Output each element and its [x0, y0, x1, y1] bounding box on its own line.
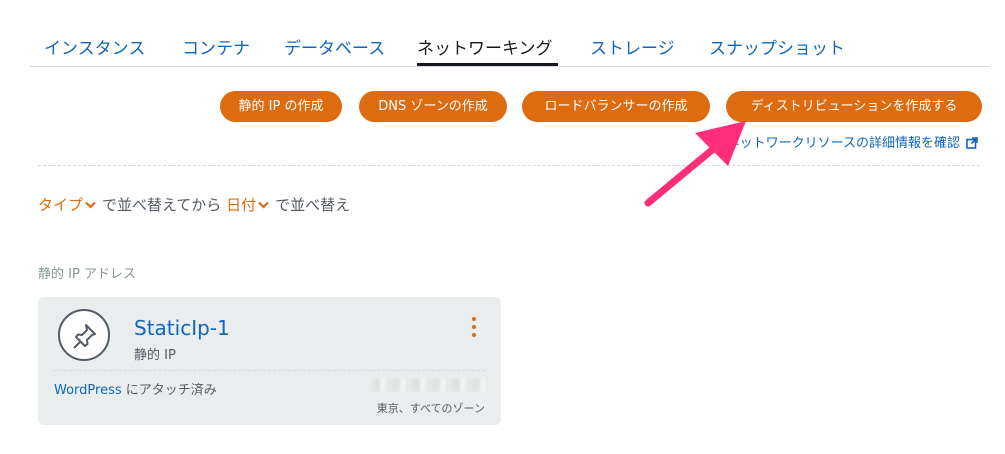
create-load-balancer-button[interactable]: ロードバランサーの作成 [522, 91, 710, 122]
chevron-down-icon [85, 195, 96, 213]
tab-databases[interactable]: データベース [284, 34, 385, 59]
static-ip-type: 静的 IP [134, 348, 176, 363]
chevron-down-icon [258, 195, 269, 213]
external-link-icon [966, 137, 978, 153]
card-divider [54, 370, 485, 371]
sort-mid-text: で並べ替えてから [102, 196, 222, 214]
learn-more-label: ネットワークリソースの詳細情報を確認 [726, 136, 960, 151]
attachment-status: WordPress にアタッチ済み [54, 379, 217, 398]
sort-date-label: 日付 [226, 196, 257, 214]
sort-type-dropdown[interactable]: タイプ [38, 196, 102, 214]
static-ip-card: StaticIp-1 静的 IP WordPress にアタッチ済み 東京、すべ… [38, 297, 501, 425]
pin-icon [58, 309, 110, 361]
tab-instances[interactable]: インスタンス [44, 34, 145, 59]
ip-address-redacted [372, 378, 488, 392]
attached-instance-link[interactable]: WordPress [54, 383, 122, 398]
sort-date-dropdown[interactable]: 日付 [226, 196, 275, 214]
section-divider [38, 165, 980, 166]
active-tab-indicator [417, 63, 558, 66]
tab-bar: インスタンス コンテナ データベース ネットワーキング ストレージ スナップショ… [30, 22, 990, 67]
more-vertical-icon[interactable] [468, 315, 480, 339]
sort-end-text: で並べ替え [275, 196, 351, 214]
tab-networking[interactable]: ネットワーキング [417, 34, 553, 59]
tab-snapshots[interactable]: スナップショット [709, 34, 845, 59]
create-distribution-button[interactable]: ディストリビューションを作成する [726, 91, 982, 122]
tab-storage[interactable]: ストレージ [590, 34, 675, 59]
static-ip-section-label: 静的 IP アドレス [38, 267, 136, 282]
static-ip-region: 東京、すべてのゾーン [376, 402, 485, 415]
create-static-ip-button[interactable]: 静的 IP の作成 [220, 91, 342, 122]
learn-more-link[interactable]: ネットワークリソースの詳細情報を確認 [727, 132, 978, 153]
attached-suffix: にアタッチ済み [121, 383, 217, 398]
sort-type-label: タイプ [38, 196, 84, 214]
sort-bar: タイプ で並べ替えてから 日付 で並べ替え [38, 194, 350, 215]
tab-containers[interactable]: コンテナ [182, 34, 250, 59]
static-ip-name-link[interactable]: StaticIp-1 [134, 316, 230, 340]
create-dns-zone-button[interactable]: DNS ゾーンの作成 [359, 91, 507, 122]
